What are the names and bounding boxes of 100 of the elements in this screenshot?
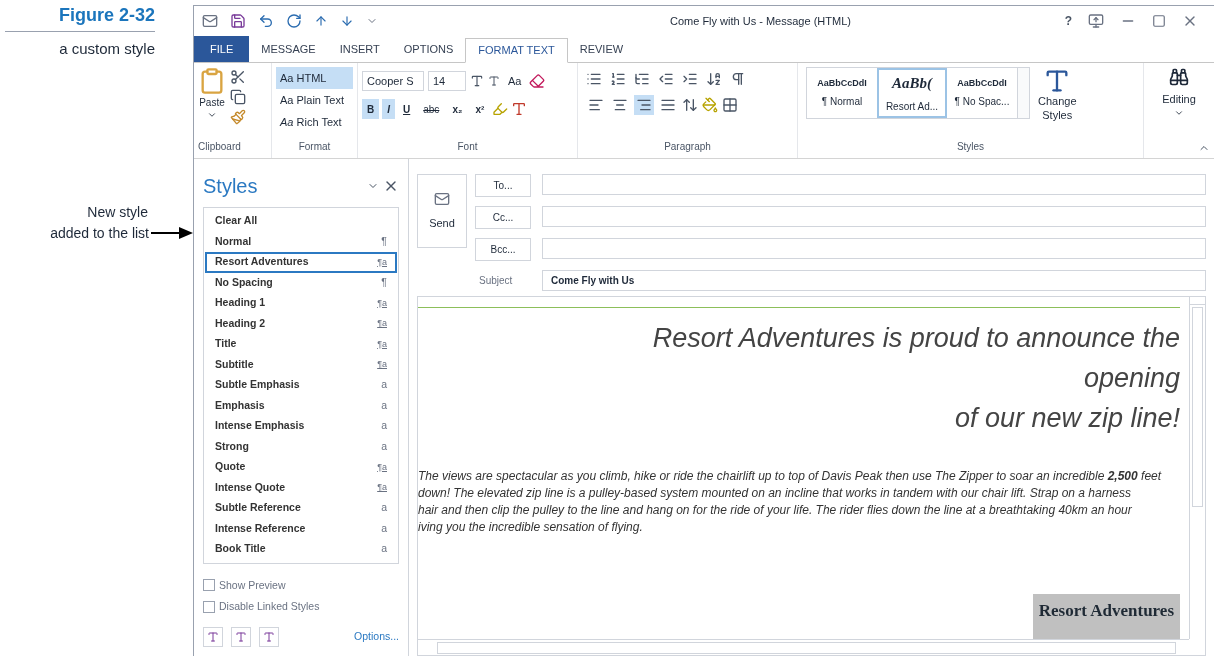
style-list-item[interactable]: Emphasis a — [205, 395, 397, 416]
horizontal-scrollbar[interactable] — [418, 639, 1189, 655]
recipient-button[interactable]: To... — [475, 174, 531, 197]
style-gallery-item[interactable]: AaBbCcDdI ¶ Normal — [807, 68, 877, 118]
up-arrow-icon[interactable] — [314, 14, 328, 28]
cut-icon[interactable] — [230, 69, 246, 85]
sort-icon[interactable] — [706, 71, 722, 87]
style-list-item[interactable]: Subtle Emphasis a — [205, 375, 397, 396]
message-format-option[interactable]: Aa Plain Text — [276, 89, 353, 111]
bullets-icon[interactable] — [586, 71, 602, 87]
style-list-item[interactable]: Title ¶a — [205, 334, 397, 355]
style-letter-icon — [207, 631, 219, 643]
show-marks-icon[interactable] — [730, 71, 746, 87]
style-list-item[interactable]: Intense Quote ¶a — [205, 477, 397, 498]
grow-font-icon[interactable] — [470, 74, 484, 88]
ribbon-tab[interactable]: INSERT — [327, 37, 392, 62]
align-button[interactable] — [634, 95, 654, 115]
font-name-field[interactable]: Cooper S — [362, 71, 424, 91]
numbering-icon[interactable] — [610, 71, 626, 87]
change-case-button[interactable]: Aa — [504, 72, 526, 90]
send-button[interactable]: Send — [417, 174, 467, 248]
options-link[interactable]: Options... — [354, 629, 399, 645]
message-format-option[interactable]: Aa Rich Text — [276, 111, 353, 133]
message-format-option[interactable]: Aa HTML — [276, 67, 353, 89]
multilevel-list-icon[interactable] — [634, 71, 650, 87]
font-style-button[interactable]: abc — [418, 99, 445, 119]
new-style-button[interactable] — [203, 627, 223, 647]
style-list-item[interactable]: Quote ¶a — [205, 457, 397, 478]
subject-field[interactable]: Come Fly with Us — [542, 270, 1206, 291]
ribbon-tab[interactable]: MESSAGE — [249, 37, 328, 62]
font-color-icon[interactable] — [511, 101, 528, 117]
recipient-button[interactable]: Bcc... — [475, 238, 531, 261]
checkbox[interactable] — [203, 601, 215, 614]
down-arrow-icon[interactable] — [340, 14, 354, 28]
group-label: Format — [298, 140, 331, 152]
ribbon-tab[interactable]: FILE — [194, 36, 250, 62]
style-gallery-item[interactable]: AaBb( Resort Ad... — [877, 68, 947, 118]
envelope-icon — [432, 190, 452, 207]
style-list-item[interactable]: Intense Reference a — [205, 518, 397, 539]
signature-text: Resort Adventures — [1032, 593, 1180, 639]
caret-icon — [207, 110, 217, 120]
recipient-field[interactable] — [542, 206, 1206, 227]
font-style-button[interactable]: U — [398, 99, 416, 119]
gallery-scrollbar[interactable] — [1017, 68, 1029, 118]
save-icon[interactable] — [230, 13, 246, 29]
manage-styles-button[interactable] — [259, 627, 279, 647]
style-gallery-item[interactable]: AaBbCcDdI ¶ No Spac... — [947, 68, 1017, 118]
message-paragraph: The views are spectacular as you climb, hike or ride the chairlift up to top of Davis Peak then use The Zipper to soar an incredible 2,500 feet down! The elevated zip line is a pulley-based system mounted on an incline that works in tandem with our chair lift. Strap on a harness hair and then clip the pulley to the line and hang on for the ride of your life. The rider flies down the line at a breathtaking 40km an hour iving you the incredible sensation of flying. — [418, 468, 1163, 536]
recipient-field[interactable] — [542, 238, 1206, 259]
borders-icon[interactable] — [722, 97, 738, 113]
line-spacing-icon[interactable] — [682, 97, 698, 113]
binoculars-icon — [1169, 67, 1189, 87]
undo-icon[interactable] — [258, 13, 274, 29]
message-body[interactable] — [417, 296, 1206, 656]
font-style-button[interactable]: B — [362, 99, 380, 119]
style-list-item[interactable]: Clear All — [205, 211, 397, 232]
window-icon[interactable] — [202, 13, 218, 29]
editing-button[interactable]: Editing — [1162, 67, 1196, 118]
vertical-scrollbar[interactable] — [1189, 297, 1205, 639]
font-style-button[interactable]: x₂ — [447, 99, 468, 119]
group-label: Font — [457, 140, 478, 152]
style-list-item[interactable]: Intense Emphasis a — [205, 416, 397, 437]
message-heading: Resort Adventures is proud to announce the opening of our new zip line! — [651, 322, 1180, 435]
maximize-icon[interactable] — [1152, 14, 1166, 28]
callout-arrow — [151, 226, 193, 240]
font-style-button[interactable]: I — [382, 99, 395, 119]
help-button[interactable]: ? — [1064, 12, 1072, 30]
style-list-item[interactable]: Resort Adventures ¶a — [205, 252, 397, 273]
change-styles-button[interactable]: Change Styles — [1038, 67, 1077, 123]
font-size-field[interactable]: 14 — [428, 71, 466, 91]
increase-indent-icon[interactable] — [682, 71, 698, 87]
style-list-item[interactable]: Book Title a — [205, 539, 397, 560]
ribbon-display-icon[interactable] — [1088, 13, 1104, 29]
highlight-icon[interactable] — [492, 101, 509, 117]
style-list-item[interactable]: Heading 1 ¶a — [205, 293, 397, 314]
style-list-item[interactable]: Subtle Reference a — [205, 498, 397, 519]
clear-formatting-icon[interactable] — [529, 73, 546, 89]
recipient-field[interactable] — [542, 174, 1206, 195]
group-label: Styles — [956, 140, 985, 152]
callout-text: New style — [87, 202, 148, 222]
style-list-item[interactable]: Heading 2 ¶a — [205, 313, 397, 334]
checkbox-label: Disable Linked Styles — [219, 599, 320, 615]
recipient-button[interactable]: Cc... — [475, 206, 531, 229]
paste-button[interactable]: Paste — [198, 67, 226, 138]
ribbon-tab[interactable]: FORMAT TEXT — [465, 38, 568, 63]
subject-label: Subject — [478, 274, 514, 288]
checkbox[interactable] — [203, 579, 215, 592]
copy-icon[interactable] — [230, 89, 246, 105]
style-list-item[interactable]: Strong a — [205, 436, 397, 457]
ribbon-tab[interactable]: OPTIONS — [391, 37, 466, 62]
callout-text: added to the list — [50, 223, 149, 243]
style-inspector-button[interactable] — [231, 627, 251, 647]
style-list-item[interactable]: No Spacing ¶ — [205, 272, 397, 293]
decrease-indent-icon[interactable] — [658, 71, 674, 87]
style-list-item[interactable]: Subtitle ¶a — [205, 354, 397, 375]
font-style-button[interactable]: x² — [470, 99, 490, 119]
redo-icon[interactable] — [286, 13, 302, 29]
style-list-item[interactable]: Normal ¶ — [205, 231, 397, 252]
ribbon-tab[interactable]: REVIEW — [567, 37, 636, 62]
shrink-font-icon[interactable] — [488, 75, 500, 87]
